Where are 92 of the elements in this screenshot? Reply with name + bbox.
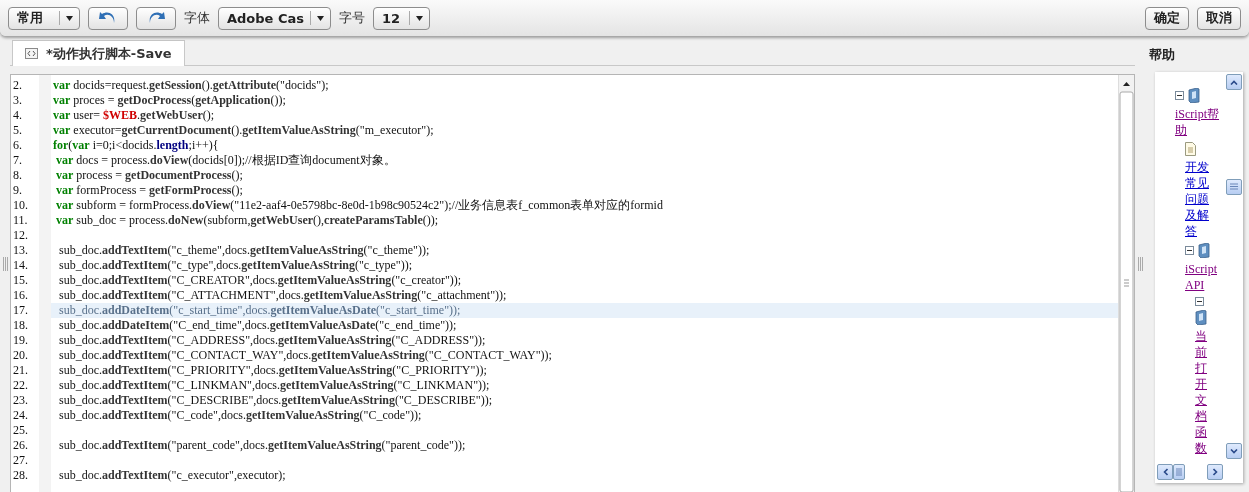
scroll-left-button[interactable] — [1157, 464, 1173, 480]
code-line: sub_doc.addTextItem("C_DESCRIBE",docs.getItemValueAsString("C_DESCRIBE")); — [58, 393, 494, 408]
line-number: 12. — [12, 228, 29, 243]
line-number: 25. — [12, 423, 29, 438]
chevron-right-icon — [1212, 468, 1218, 476]
code-line: var sub_doc = process.doNew(subform,getWebUser(),createParamsTable()); — [55, 213, 440, 228]
code-line: var formProcess = getFormProcess(); — [55, 183, 244, 198]
line-number: 22. — [12, 378, 29, 393]
caret-icon — [66, 15, 73, 21]
scroll-right-button[interactable] — [1207, 464, 1223, 480]
code-icon — [25, 48, 38, 59]
line-number: 10. — [12, 198, 29, 213]
dialog-button[interactable]: 确定 — [1145, 6, 1189, 30]
line-number: 18. — [12, 318, 29, 333]
caret-icon — [416, 15, 423, 21]
dropdown[interactable]: Adobe Cas — [218, 6, 331, 30]
line-number: 5. — [12, 123, 23, 138]
line-number: 8. — [12, 168, 23, 183]
line-number: 21. — [12, 363, 29, 378]
scroll-thumb[interactable] — [1173, 464, 1185, 480]
code-line: var docs = process.doView(docids[0]);//根据ID查询document对象。 — [55, 153, 397, 168]
code-line: var proces = getDocProcess(getApplication()); — [52, 93, 287, 108]
help-link[interactable]: 开发常见问题及解答 — [1185, 159, 1219, 243]
grip-icon — [1176, 468, 1182, 476]
line-number: 26. — [12, 438, 29, 453]
line-number: 4. — [12, 108, 23, 123]
splitter-grip[interactable] — [2, 257, 8, 271]
splitter-grip[interactable] — [1137, 257, 1143, 271]
collapse-icon[interactable] — [1175, 91, 1184, 100]
line-number: 14. — [12, 258, 29, 273]
line-number: 2. — [12, 78, 23, 93]
chevron-left-icon — [1162, 468, 1168, 476]
help-link[interactable]: iScript API — [1185, 261, 1219, 297]
code-line: var process = getDocumentProcess(); — [55, 168, 244, 183]
code-line: var executor=getCurrentDocument().getItemValueAsString("m_executor"); — [52, 123, 435, 138]
code-line: sub_doc.addTextItem("C_CREATOR",docs.getItemValueAsString("c_creator")); — [58, 273, 463, 288]
line-number: 13. — [12, 243, 29, 258]
chevron-down-icon — [1230, 448, 1238, 454]
line-number: 3. — [12, 93, 23, 108]
book-icon — [1188, 88, 1200, 103]
code-line: sub_doc.addTextItem("C_ADDRESS",docs.getItemValueAsString("C_ADDRESS")); — [58, 333, 487, 348]
line-number: 15. — [12, 273, 29, 288]
code-line: sub_doc.addTextItem("C_code",docs.getItemValueAsString("C_code")); — [58, 408, 423, 423]
code-line: var subform = formProcess.doView("11e2-aaf4-0e5798bc-8e0d-1b98c90524c2");//业务信息表f_common表单对应的formid — [55, 198, 664, 213]
code-line: sub_doc.addTextItem("C_CONTACT_WAY",docs.getItemValueAsString("C_CONTACT_WAY")); — [58, 348, 553, 363]
dropdown[interactable]: 12 — [373, 6, 430, 30]
chevron-up-icon — [1230, 79, 1238, 85]
code-line: sub_doc.addDateItem("C_end_time",docs.getItemValueAsDate("c_end_time")); — [58, 318, 458, 333]
code-line: for(var i=0;i<docids.length;i++){ — [52, 138, 220, 153]
collapse-icon[interactable] — [1195, 297, 1204, 306]
code-line: sub_doc.addTextItem("c_theme",docs.getItemValueAsString("c_theme")); — [58, 243, 431, 258]
line-number: 19. — [12, 333, 29, 348]
grip-icon — [1230, 183, 1238, 190]
line-number: 23. — [12, 393, 29, 408]
code-line: var docids=request.getSession().getAttribute("docids"); — [52, 78, 330, 93]
dialog-button[interactable]: 取消 — [1197, 6, 1241, 30]
help-link[interactable]: iScript帮助 — [1175, 106, 1225, 142]
editor-tab[interactable]: *动作执行脚本-Save — [12, 40, 185, 66]
code-line: var user= $WEB.getWebUser(); — [52, 108, 216, 123]
line-number: 27. — [12, 453, 29, 468]
undo-button[interactable] — [88, 6, 128, 30]
scroll-down-button[interactable] — [1226, 443, 1242, 459]
line-number: 24. — [12, 408, 29, 423]
page-icon — [1185, 142, 1196, 156]
line-number: 11. — [12, 213, 29, 228]
code-line: sub_doc.addTextItem("c_executor",executor); — [58, 468, 287, 483]
caret-icon — [317, 15, 324, 21]
toolbar-label: 字号 — [339, 9, 365, 27]
line-number: 7. — [12, 153, 23, 168]
code-line: sub_doc.addTextItem("parent_code",docs.getItemValueAsString("parent_code")); — [58, 438, 467, 453]
panel-title: 帮助 — [1148, 46, 1176, 64]
book-icon — [1195, 310, 1207, 325]
dropdown[interactable]: 常用 — [8, 6, 80, 30]
line-number: 20. — [12, 348, 29, 363]
scroll-up-button[interactable] — [1226, 74, 1242, 90]
code-line: sub_doc.addTextItem("C_ATTACHMENT",docs.getItemValueAsString("c_attachment")); — [58, 288, 508, 303]
collapse-icon[interactable] — [1185, 246, 1194, 255]
line-number: 9. — [12, 183, 23, 198]
scrollbar[interactable] — [1118, 75, 1134, 492]
help-link[interactable]: 当前打开文档函数 — [1195, 328, 1211, 460]
scroll-thumb[interactable] — [1226, 178, 1242, 195]
code-line: sub_doc.addTextItem("C_LINKMAN",docs.getItemValueAsString("C_LINKMAN")); — [58, 378, 491, 393]
code-line: sub_doc.addTextItem("c_type",docs.getItemValueAsString("c_type")); — [58, 258, 413, 273]
redo-button[interactable] — [136, 6, 176, 30]
book-icon — [1198, 243, 1210, 258]
line-number: 6. — [12, 138, 23, 153]
code-editor[interactable] — [10, 74, 1135, 492]
line-number: 17. — [12, 303, 29, 318]
code-line: sub_doc.addTextItem("C_PRIORITY",docs.getItemValueAsString("C_PRIORITY")); — [58, 363, 488, 378]
line-number: 16. — [12, 288, 29, 303]
line-number: 28. — [12, 468, 29, 483]
toolbar-label: 字体 — [184, 9, 210, 27]
